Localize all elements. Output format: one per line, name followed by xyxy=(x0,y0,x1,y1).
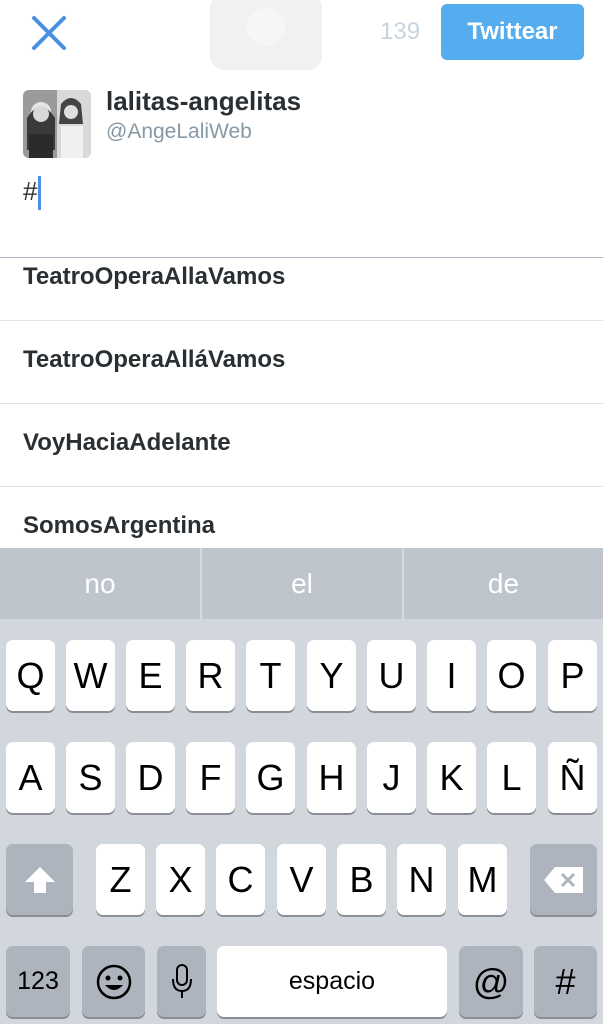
key-i[interactable]: I xyxy=(427,640,476,711)
hash-key[interactable]: # xyxy=(534,946,597,1017)
prediction-item[interactable]: no xyxy=(0,548,200,619)
prediction-bar: no el de xyxy=(0,548,603,619)
hashtag-suggestion[interactable]: TeatroOperaAllaVamos xyxy=(0,237,603,321)
key-q[interactable]: Q xyxy=(6,640,55,711)
key-t[interactable]: T xyxy=(246,640,295,711)
key-f[interactable]: F xyxy=(186,742,235,813)
key-g[interactable]: G xyxy=(246,742,295,813)
close-icon[interactable] xyxy=(30,14,68,52)
key-a[interactable]: A xyxy=(6,742,55,813)
emoji-key[interactable] xyxy=(82,946,145,1017)
key-w[interactable]: W xyxy=(66,640,115,711)
at-key[interactable]: @ xyxy=(459,946,523,1017)
shift-arrow-icon xyxy=(24,866,55,893)
prediction-item[interactable]: de xyxy=(404,548,603,619)
key-z[interactable]: Z xyxy=(96,844,145,915)
shift-key[interactable] xyxy=(6,844,73,915)
key-e[interactable]: E xyxy=(126,640,175,711)
space-key[interactable]: espacio xyxy=(217,946,447,1017)
key-x[interactable]: X xyxy=(156,844,205,915)
key-s[interactable]: S xyxy=(66,742,115,813)
key-o[interactable]: O xyxy=(487,640,536,711)
character-count: 139 xyxy=(380,18,421,45)
numbers-key[interactable]: 123 xyxy=(6,946,70,1017)
key-p[interactable]: P xyxy=(548,640,597,711)
key-v[interactable]: V xyxy=(277,844,326,915)
display-name: lalitas-angelitas xyxy=(106,86,302,116)
key-m[interactable]: M xyxy=(458,844,507,915)
keyboard: no el de Q W E R T Y U I O P A S D F G H… xyxy=(0,548,603,1024)
suggestion-label: SomosArgentina xyxy=(23,512,216,539)
backspace-icon xyxy=(543,866,583,893)
key-k[interactable]: K xyxy=(427,742,476,813)
prediction-item[interactable]: el xyxy=(202,548,402,619)
backspace-key[interactable] xyxy=(530,844,597,915)
emoji-smiley-icon xyxy=(96,964,131,999)
key-j[interactable]: J xyxy=(367,742,416,813)
tweet-button[interactable]: Twittear xyxy=(441,4,584,60)
microphone-icon xyxy=(171,963,192,998)
suggestion-label: TeatroOperaAlláVamos xyxy=(23,346,286,373)
key-y[interactable]: Y xyxy=(307,640,356,711)
key-n-tilde[interactable]: Ñ xyxy=(548,742,597,813)
key-l[interactable]: L xyxy=(487,742,536,813)
suggestion-label: TeatroOperaAllaVamos xyxy=(23,263,286,290)
key-n[interactable]: N xyxy=(397,844,446,915)
key-c[interactable]: C xyxy=(216,844,265,915)
key-r[interactable]: R xyxy=(186,640,235,711)
suggestion-label: VoyHaciaAdelante xyxy=(23,429,231,456)
compose-text[interactable]: # xyxy=(23,176,37,207)
key-d[interactable]: D xyxy=(126,742,175,813)
avatar xyxy=(23,90,91,158)
hashtag-suggestion[interactable]: TeatroOperaAlláVamos xyxy=(0,320,603,404)
key-b[interactable]: B xyxy=(337,844,386,915)
user-handle: @AngeLaliWeb xyxy=(106,120,252,143)
camera-button[interactable] xyxy=(210,0,322,70)
key-h[interactable]: H xyxy=(307,742,356,813)
text-cursor xyxy=(38,176,41,210)
hashtag-suggestion[interactable]: VoyHaciaAdelante xyxy=(0,403,603,487)
camera-lens-icon xyxy=(247,8,285,46)
dictation-key[interactable] xyxy=(157,946,206,1017)
key-u[interactable]: U xyxy=(367,640,416,711)
